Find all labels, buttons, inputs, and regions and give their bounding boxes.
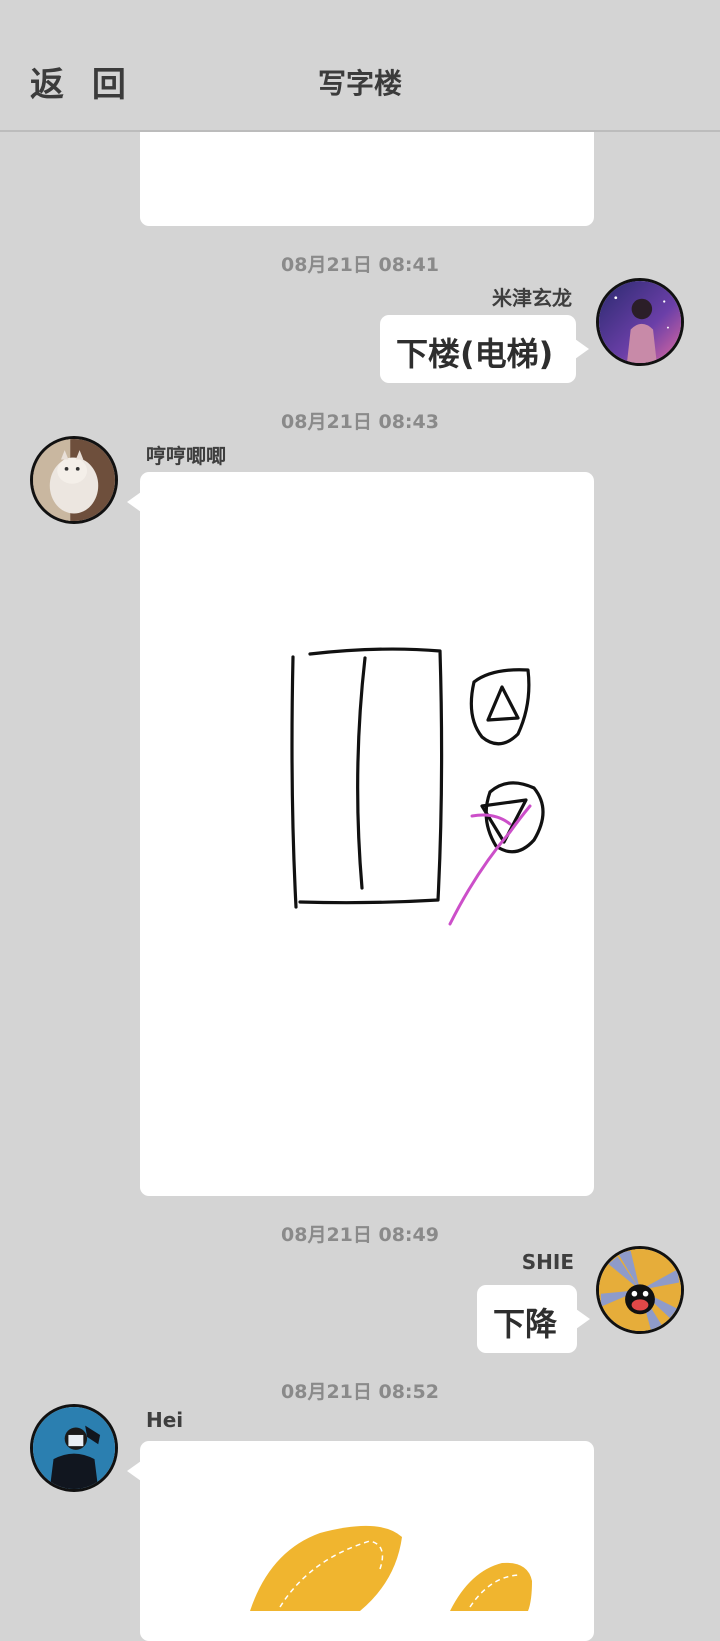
timestamp: 08月21日 08:43 <box>281 411 439 433</box>
avatar-image <box>33 439 115 521</box>
avatar[interactable] <box>596 1246 684 1334</box>
sender-name: 米津玄龙 <box>492 286 572 310</box>
message-text: 下楼(电梯) <box>396 335 554 373</box>
timestamp: 08月21日 08:49 <box>281 1224 439 1246</box>
avatar-image <box>599 1249 681 1331</box>
page-title: 写字楼 <box>317 67 402 100</box>
elevator-drawing <box>290 647 545 926</box>
text-bubble[interactable]: 下降 <box>477 1285 590 1353</box>
yellow-drawing <box>250 1525 532 1611</box>
top-bar: 返 回 写字楼 <box>0 0 720 132</box>
image-message[interactable] <box>127 1441 594 1641</box>
sender-name: Hei <box>146 1408 184 1432</box>
avatar[interactable] <box>30 436 118 524</box>
sender-name: SHIE <box>521 1250 574 1274</box>
avatar-image <box>33 1407 115 1489</box>
avatar-image <box>599 281 681 363</box>
message-text: 下降 <box>493 1305 558 1343</box>
avatar[interactable] <box>596 278 684 366</box>
text-bubble[interactable]: 下楼(电梯) <box>380 315 589 383</box>
sender-name: 哼哼唧唧 <box>146 444 226 468</box>
timestamp: 08月21日 08:52 <box>281 1381 439 1403</box>
message-list[interactable]: 08月21日 08:41 米津玄龙 下楼(电梯) 08月21日 08:43 哼哼… <box>0 0 720 1641</box>
image-message[interactable] <box>127 472 594 1196</box>
timestamp: 08月21日 08:41 <box>281 254 439 276</box>
avatar[interactable] <box>30 1404 118 1492</box>
